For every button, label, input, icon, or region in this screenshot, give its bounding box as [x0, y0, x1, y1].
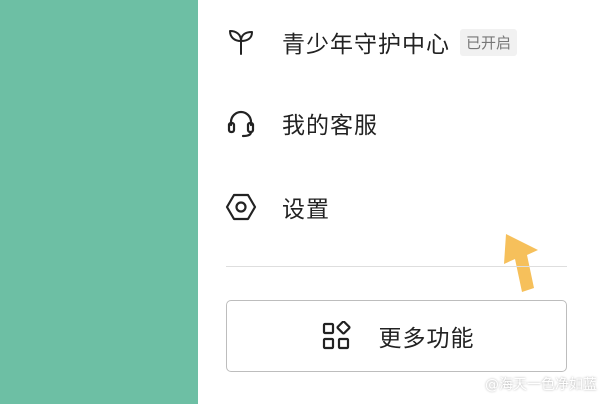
more-features-label: 更多功能	[378, 326, 475, 352]
menu-item-label: 我的客服	[282, 113, 378, 139]
more-features-button[interactable]: 更多功能	[226, 300, 567, 372]
status-badge: 已开启	[460, 28, 518, 56]
hexagon-gear-icon	[224, 190, 258, 224]
menu-item-customer-service[interactable]: 我的客服	[224, 98, 378, 148]
divider	[226, 266, 567, 267]
up-arrow-pointer	[504, 234, 538, 292]
headset-icon	[224, 106, 258, 140]
apps-grid-icon	[319, 319, 353, 353]
watermark: @海天一色净如蓝	[485, 377, 597, 393]
menu-item-label: 青少年守护中心	[282, 32, 450, 58]
sprout-icon	[224, 25, 258, 59]
menu-item-settings[interactable]: 设置	[224, 182, 330, 232]
background-panel	[0, 0, 198, 404]
menu-item-youth-protection[interactable]: 青少年守护中心 已开启	[224, 17, 518, 67]
menu-item-label: 设置	[282, 197, 330, 223]
side-menu: 青少年守护中心 已开启 我的客服 设置 更多功能 @海天一色净如蓝	[198, 0, 607, 404]
